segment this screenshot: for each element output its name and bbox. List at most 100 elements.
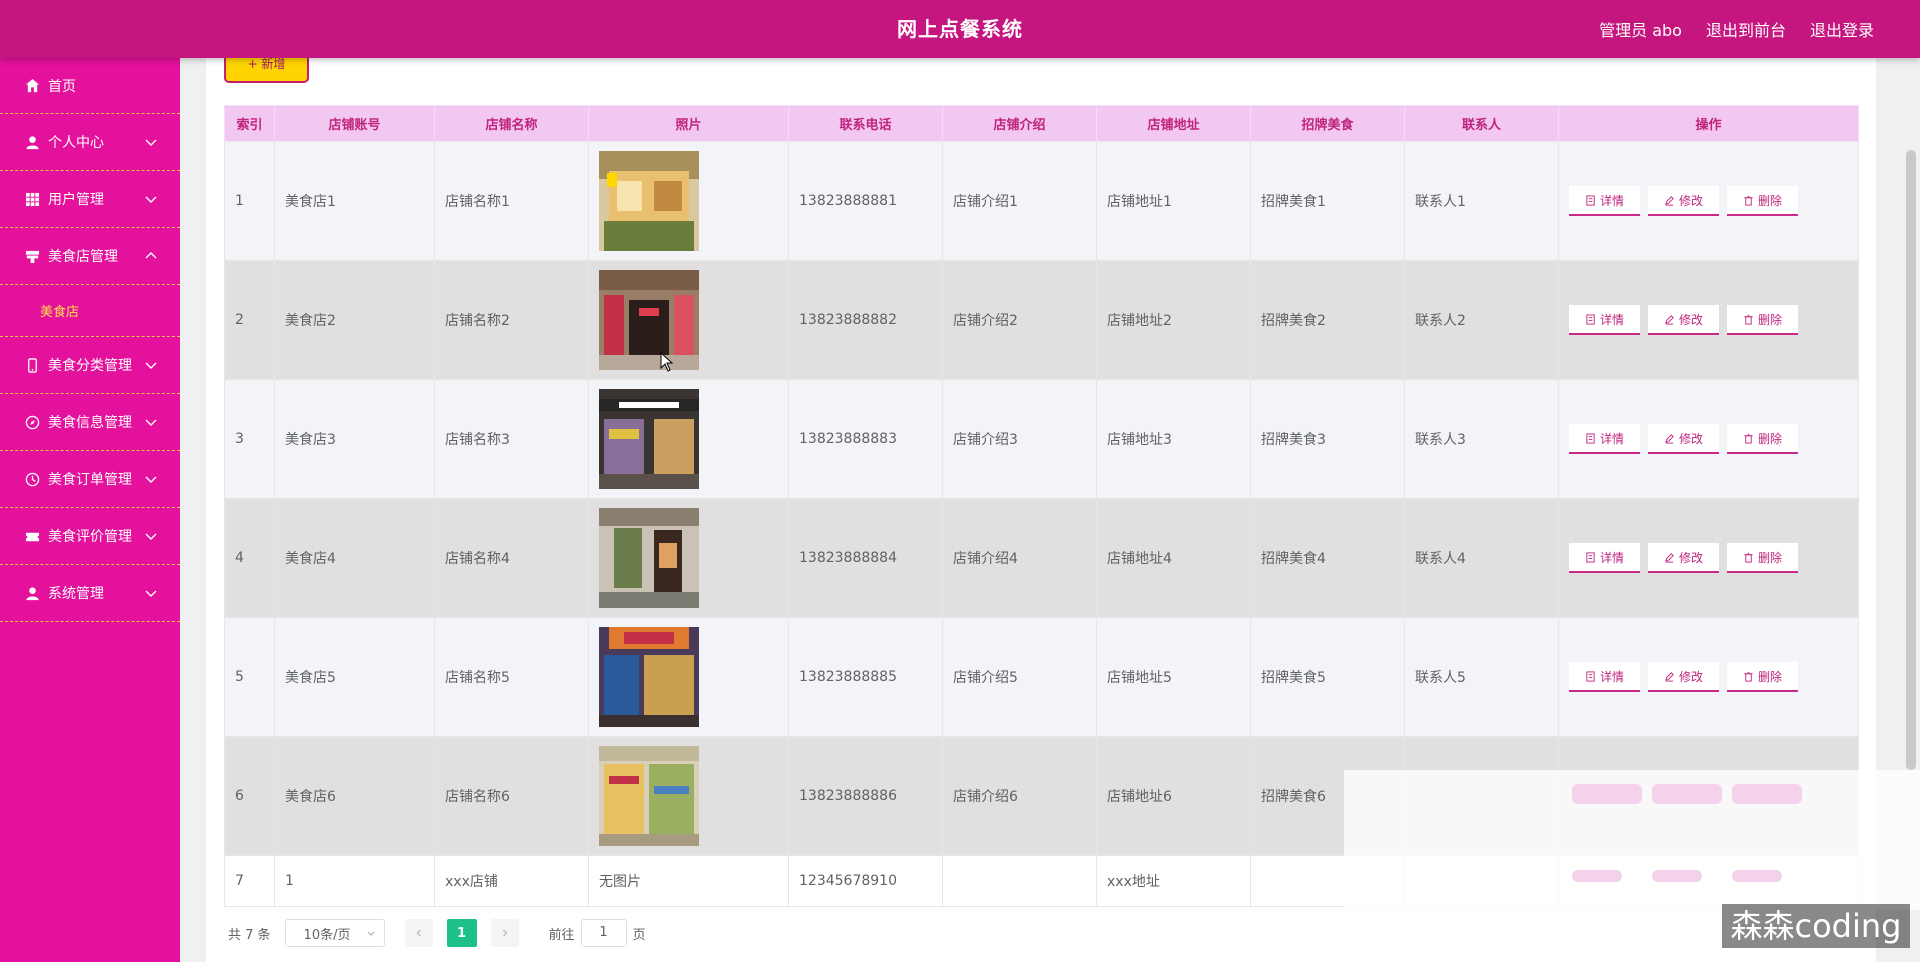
store-photo[interactable] [599, 627, 699, 727]
cell-photo [588, 498, 789, 618]
vertical-scrollbar[interactable] [1906, 150, 1916, 770]
table-header-row: 索引 店铺账号 店铺名称 照片 联系电话 店铺介绍 店铺地址 招牌美食 联系人 … [224, 105, 1859, 142]
cell-phone: 13823888881 [788, 141, 943, 261]
delete-button[interactable]: 删除 [1727, 424, 1798, 454]
cell-phone: 13823888886 [788, 736, 943, 856]
compass-icon [24, 414, 40, 430]
cell-name: 店铺名称5 [434, 617, 589, 737]
trash-icon [1744, 552, 1753, 563]
cell-index: 6 [224, 736, 275, 856]
cell-intro: 店铺介绍5 [942, 617, 1097, 737]
cell-intro: 店铺介绍2 [942, 260, 1097, 380]
cell-address: 店铺地址5 [1096, 617, 1251, 737]
store-photo[interactable] [599, 270, 699, 370]
pencil-icon [1665, 314, 1674, 325]
logout-link[interactable]: 退出登录 [1810, 17, 1874, 41]
cell-photo: 无图片 [588, 855, 789, 907]
add-button[interactable]: + 新增 [224, 54, 309, 83]
sidebar-item-system-management[interactable]: 系统管理 [0, 565, 180, 622]
page-size-select[interactable]: 10条/页 [284, 919, 385, 947]
cell-address: 店铺地址1 [1096, 141, 1251, 261]
cell-photo [588, 141, 789, 261]
chevron-down-icon [144, 472, 158, 486]
sidebar-item-shop-management[interactable]: 美食店管理 [0, 228, 180, 285]
sidebar-item-label: 用户管理 [48, 192, 104, 208]
cell-index: 2 [224, 260, 275, 380]
sidebar-item-label: 美食信息管理 [48, 415, 132, 431]
home-icon [24, 78, 40, 94]
edit-button[interactable]: 修改 [1648, 305, 1719, 335]
cell-index: 5 [224, 617, 275, 737]
cell-name: 店铺名称4 [434, 498, 589, 618]
cell-address: 店铺地址2 [1096, 260, 1251, 380]
exit-to-front-link[interactable]: 退出到前台 [1706, 17, 1786, 41]
col-header-phone: 联系电话 [788, 105, 943, 142]
cell-photo [588, 736, 789, 856]
blurred-button [1572, 784, 1642, 804]
cell-account: 美食店2 [274, 260, 435, 380]
edit-button[interactable]: 修改 [1648, 662, 1719, 692]
cell-phone: 13823888884 [788, 498, 943, 618]
edit-button[interactable]: 修改 [1648, 424, 1719, 454]
detail-button[interactable]: 详情 [1569, 305, 1640, 335]
cell-index: 1 [224, 141, 275, 261]
store-photo[interactable] [599, 508, 699, 608]
cell-contact: 联系人3 [1404, 379, 1559, 499]
blurred-button [1652, 784, 1722, 804]
col-header-name: 店铺名称 [434, 105, 589, 142]
col-header-account: 店铺账号 [274, 105, 435, 142]
store-photo[interactable] [599, 389, 699, 489]
detail-button[interactable]: 详情 [1569, 662, 1640, 692]
delete-button[interactable]: 删除 [1727, 186, 1798, 216]
chevron-up-icon [144, 249, 158, 263]
cell-signature: 招牌美食5 [1250, 617, 1405, 737]
cell-account: 美食店4 [274, 498, 435, 618]
sidebar-item-category-management[interactable]: 美食分类管理 [0, 337, 180, 394]
sidebar-item-food-info-management[interactable]: 美食信息管理 [0, 394, 180, 451]
store-photo[interactable] [599, 746, 699, 846]
document-icon [1586, 432, 1595, 444]
sidebar-subitem-shop[interactable]: 美食店 [0, 285, 180, 337]
cell-signature: 招牌美食3 [1250, 379, 1405, 499]
pencil-icon [1665, 433, 1674, 444]
sidebar-menu: 首页 个人中心 用户管理 美食店管理 美食店 美食分类管理 美食信息管理 美食订… [0, 58, 180, 962]
col-header-signature: 招牌美食 [1250, 105, 1405, 142]
page-number-active[interactable]: 1 [446, 919, 477, 947]
cell-signature: 招牌美食2 [1250, 260, 1405, 380]
prev-page-button[interactable] [404, 919, 433, 947]
chevron-down-icon [144, 358, 158, 372]
cell-account: 美食店3 [274, 379, 435, 499]
cell-index: 4 [224, 498, 275, 618]
delete-button[interactable]: 删除 [1727, 662, 1798, 692]
detail-button[interactable]: 详情 [1569, 543, 1640, 573]
trash-icon [1744, 433, 1753, 444]
detail-button[interactable]: 详情 [1569, 186, 1640, 216]
pencil-icon [1665, 671, 1674, 682]
store-photo[interactable] [599, 151, 699, 251]
cell-address: xxx地址 [1096, 855, 1251, 907]
detail-button[interactable]: 详情 [1569, 424, 1640, 454]
goto-page-input[interactable]: 1 [580, 919, 627, 947]
edit-button[interactable]: 修改 [1648, 543, 1719, 573]
chevron-down-icon [144, 415, 158, 429]
blurred-button [1732, 870, 1782, 882]
sidebar-item-review-management[interactable]: 美食评价管理 [0, 508, 180, 565]
chevron-down-icon [144, 586, 158, 600]
chevron-right-icon [502, 929, 507, 937]
document-icon [1586, 313, 1595, 325]
delete-button[interactable]: 删除 [1727, 305, 1798, 335]
cell-name: 店铺名称1 [434, 141, 589, 261]
sidebar-item-order-management[interactable]: 美食订单管理 [0, 451, 180, 508]
table-row: 1 美食店1 店铺名称1 13823888881 店铺介绍1 店铺地址1 招牌美… [224, 141, 1859, 261]
sidebar-item-home[interactable]: 首页 [0, 58, 180, 114]
next-page-button[interactable] [490, 919, 519, 947]
sidebar-item-personal-center[interactable]: 个人中心 [0, 114, 180, 171]
cell-signature: 招牌美食1 [1250, 141, 1405, 261]
cell-intro: 店铺介绍3 [942, 379, 1097, 499]
sidebar-item-label: 系统管理 [48, 586, 104, 602]
cell-contact: 联系人5 [1404, 617, 1559, 737]
edit-button[interactable]: 修改 [1648, 186, 1719, 216]
delete-button[interactable]: 删除 [1727, 543, 1798, 573]
sidebar-item-user-management[interactable]: 用户管理 [0, 171, 180, 228]
cell-index: 3 [224, 379, 275, 499]
